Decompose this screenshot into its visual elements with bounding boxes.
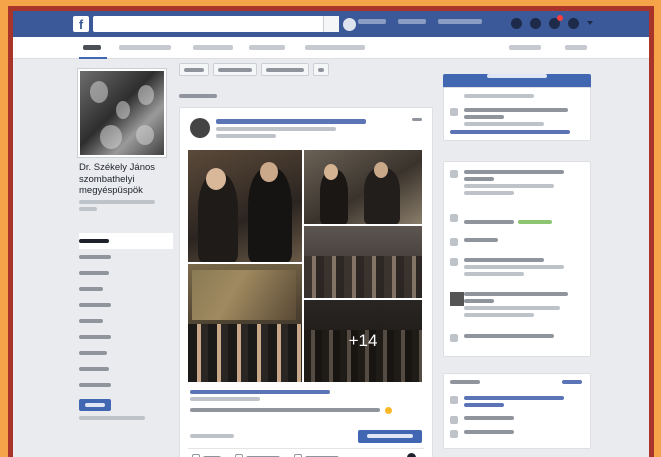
left-nav-item-community[interactable] [79,329,173,345]
chevron-down-icon[interactable] [587,20,593,27]
comment-button[interactable] [235,453,280,457]
community-card [443,373,591,449]
friend-requests-icon[interactable] [511,18,522,29]
tab-settings[interactable] [509,45,541,50]
top-link-create[interactable] [398,19,426,24]
post-photo-5[interactable]: +14 [304,300,422,382]
post-options-icon[interactable] [412,118,422,121]
search-input[interactable] [93,16,339,32]
composer-action-2[interactable] [213,63,257,76]
comment-icon [235,453,243,457]
people-icon [450,396,458,404]
share-icon [294,453,302,457]
post-author-avatar[interactable] [190,118,210,138]
create-promotion-button[interactable] [443,74,591,88]
search-icon[interactable] [323,16,339,32]
page-title: Dr. Székely János szombathelyi megyéspüs… [79,162,156,196]
left-nav-item-events[interactable] [79,249,173,265]
page-profile-picture[interactable] [78,69,166,157]
tasks-card [443,161,591,357]
left-nav-item-notes[interactable] [79,377,173,393]
right-sidebar [443,69,591,88]
follow-icon [450,430,458,438]
reaction-selector[interactable] [407,453,416,457]
left-nav-item-home[interactable] [79,233,173,249]
top-navigation-bar: f [13,11,649,37]
messages-icon[interactable] [530,18,541,29]
top-link-home[interactable] [358,19,386,24]
composer-action-1[interactable] [179,63,209,76]
more-photos-overlay[interactable]: +14 [304,300,422,382]
tab-page[interactable] [83,45,101,50]
tab-inbox[interactable] [119,45,171,50]
see-all-link[interactable] [562,380,582,384]
emoji-icon [385,407,392,414]
chart-icon [450,170,458,178]
tab-help[interactable] [565,45,587,50]
post-photo-1[interactable] [188,150,302,262]
left-nav-item-videos[interactable] [79,281,173,297]
tab-insights[interactable] [249,45,285,50]
activity-thumbnail [450,292,464,306]
post-action-bar [188,448,424,457]
profile-shortcut[interactable] [343,17,356,31]
left-navigation [79,233,173,393]
left-nav-item-photos[interactable] [79,297,173,313]
left-nav-item-groups[interactable] [79,345,173,361]
notifications-icon[interactable] [549,15,563,29]
page-info-card [443,87,591,141]
section-heading [179,94,219,101]
top-nav-links [358,19,482,24]
composer-action-3[interactable] [261,63,309,76]
like-icon [450,416,458,424]
page-username[interactable] [79,200,159,214]
post-text [190,408,380,415]
globe-icon [450,258,458,266]
top-icons [511,15,593,29]
top-link-friends[interactable] [438,19,482,24]
left-nav-item-info[interactable] [79,361,173,377]
people-icon [450,214,458,222]
screenshot-frame: f Dr. Székely János szombathelyi megyésp… [8,6,654,457]
left-nav-item-reviews[interactable] [79,265,173,281]
page-tabs [13,37,649,59]
composer-actions [179,63,433,77]
like-icon [450,334,458,342]
composer-more[interactable] [313,63,329,76]
help-icon[interactable] [568,18,579,29]
post-photo-4[interactable] [188,264,302,382]
post-photo-2[interactable] [304,150,422,224]
active-tab-indicator [79,57,107,59]
post-reach-row [190,430,422,444]
avatar [343,17,356,31]
check-icon [450,108,458,116]
pin-icon [450,238,458,246]
facebook-logo-icon[interactable]: f [73,16,89,32]
post-photo-grid: +14 [188,150,422,382]
promote-button[interactable] [79,399,111,411]
post-shared-link[interactable] [190,390,340,404]
tab-notifications[interactable] [193,45,233,50]
post-header [216,119,386,141]
left-nav-item-about[interactable] [79,313,173,329]
like-icon [192,453,200,457]
boost-post-button[interactable] [358,430,422,443]
manage-promotions-link[interactable] [79,416,149,423]
share-button[interactable] [294,453,339,457]
tab-publishing-tools[interactable] [305,45,365,50]
like-button[interactable] [192,453,221,457]
post-photo-3[interactable] [304,226,422,298]
post-card: +14 [179,107,433,457]
